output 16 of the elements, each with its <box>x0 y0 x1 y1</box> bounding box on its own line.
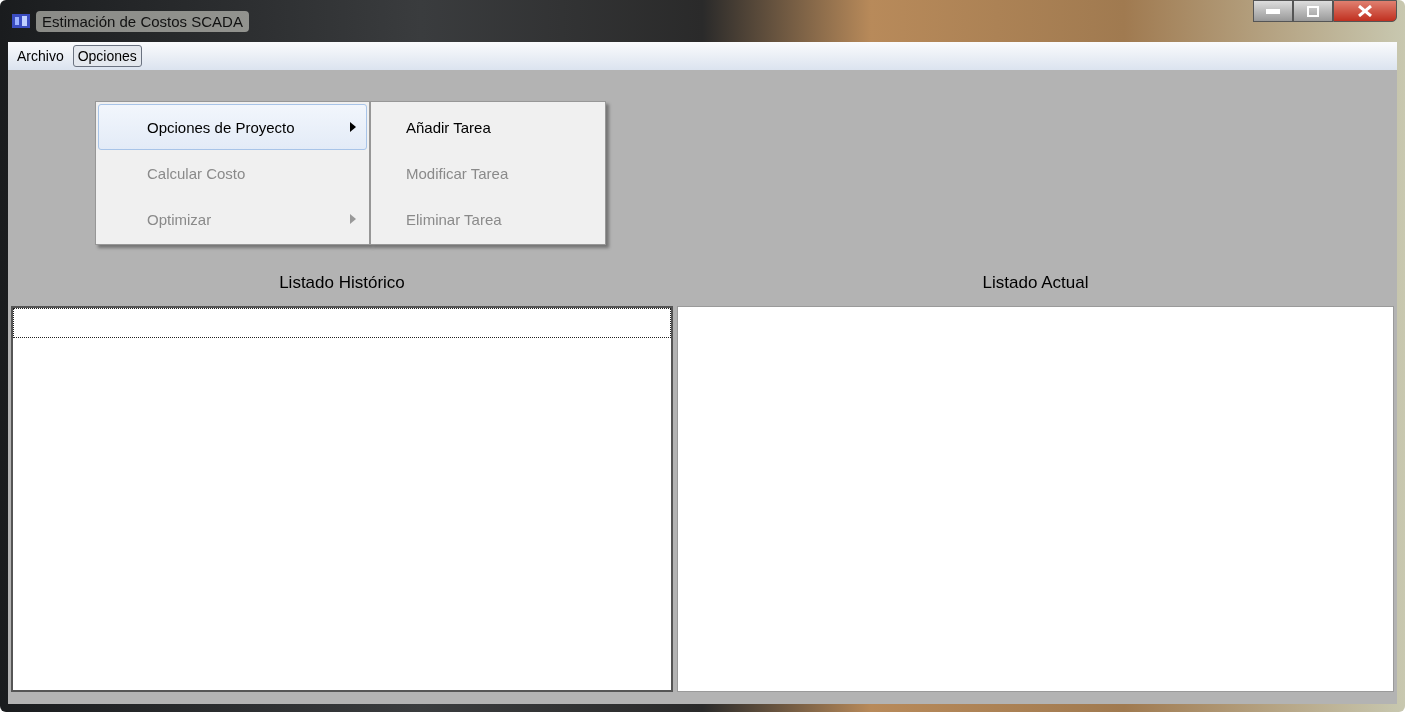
close-button[interactable] <box>1333 0 1397 22</box>
close-icon <box>1358 5 1372 17</box>
list-heading: Listado Histórico <box>278 272 406 294</box>
window-title: Estimación de Costos SCADA <box>36 10 249 32</box>
submenu-arrow-icon <box>350 214 356 224</box>
minimize-icon <box>1266 8 1280 14</box>
list-heading: Listado Actual <box>981 272 1090 294</box>
maximize-button[interactable] <box>1293 0 1333 22</box>
submenu-arrow-icon <box>350 122 356 132</box>
menu-option[interactable]: Opciones de Proyecto <box>98 104 367 150</box>
minimize-button[interactable] <box>1253 0 1293 22</box>
app-icon <box>12 13 30 29</box>
maximize-icon <box>1307 5 1319 17</box>
menu-item[interactable]: Opciones <box>72 45 142 67</box>
menu-item[interactable]: Archivo <box>12 45 69 67</box>
menu-option[interactable]: Añadir Tarea <box>373 104 603 150</box>
